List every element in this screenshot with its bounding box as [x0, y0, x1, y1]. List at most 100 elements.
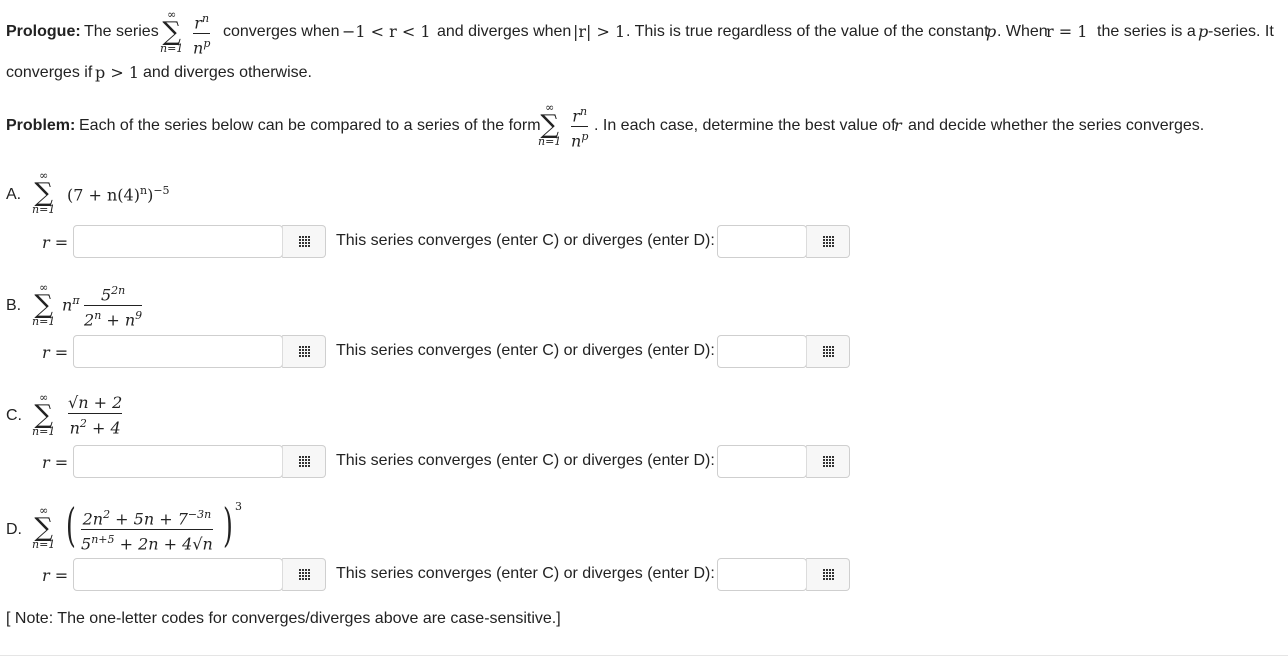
part-a-sigma: ∞ ∑ n=1 [32, 170, 55, 216]
prologue-math: |r| > 1 [573, 22, 626, 41]
case-sensitivity-note: [ Note: The one-letter codes for converg… [6, 610, 561, 627]
part-letter: B. [6, 297, 22, 314]
part-letter: D. [6, 521, 22, 538]
problem-math: r [894, 116, 902, 135]
prologue-sigma: ∞ ∑ n=1 [160, 9, 183, 55]
term-num: r [572, 106, 580, 126]
frac-den-rest: + n [106, 310, 136, 330]
r-label-text: r = [42, 233, 69, 252]
equation-editor-button-c[interactable] [282, 445, 326, 478]
grid-icon [822, 346, 834, 357]
expr-sup: n+5 [91, 533, 115, 547]
equation-editor-button-a2[interactable] [806, 225, 850, 258]
expr-sup: π [72, 294, 80, 307]
part-c-fraction: √n + 2 n2 + 4 [68, 393, 123, 438]
part-d-fraction: 2n2 + 5n + 7−3n 5n+5 + 2n + 4√n [81, 506, 213, 554]
cd-input-d[interactable] [717, 558, 807, 591]
part-c-sigma: ∞ ∑ n=1 [32, 392, 55, 438]
grid-icon [298, 346, 310, 357]
r-label: r = [42, 453, 68, 473]
sigma-lower: n=1 [32, 315, 56, 328]
converge-prompt: This series converges (enter C) or diver… [336, 565, 715, 582]
cd-input-b[interactable] [717, 335, 807, 368]
frac-num: 5 [100, 285, 112, 305]
expr-factor: n [62, 295, 73, 315]
problem-text: and decide whether the series converges. [908, 117, 1205, 134]
equation-editor-button-a[interactable] [282, 225, 326, 258]
sigma-symbol: ∑ [34, 178, 53, 208]
prologue-math: p [1198, 22, 1209, 41]
r-input-d[interactable] [73, 558, 283, 591]
sigma-symbol: ∑ [34, 400, 53, 430]
frac-den: 5 [81, 534, 92, 554]
term-num-sup: n [579, 105, 588, 118]
frac-den: + 2n + 4√n [119, 534, 213, 554]
prologue-text: . When [997, 23, 1048, 40]
equation-editor-button-b[interactable] [282, 335, 326, 368]
left-paren: ( [66, 498, 76, 552]
converge-prompt: This series converges (enter C) or diver… [336, 342, 715, 359]
part-a-expression: (7 + n(4)n)−5 [67, 184, 170, 204]
frac-num: 2n [82, 509, 104, 529]
converge-prompt: This series converges (enter C) or diver… [336, 452, 715, 469]
cd-input-c[interactable] [717, 445, 807, 478]
prologue-text: . This is true regardless of the value o… [626, 23, 989, 40]
r-label-text: r = [42, 343, 69, 362]
part-b-factor: nπ [62, 294, 80, 314]
converge-prompt: This series converges (enter C) or diver… [336, 232, 715, 249]
r-label: r = [42, 566, 68, 586]
term-num: r [194, 13, 202, 33]
problem-sigma: ∞ ∑ n=1 [538, 102, 561, 148]
frac-den: n [69, 418, 80, 438]
sigma-symbol: ∑ [540, 110, 559, 140]
r-label: r = [42, 343, 68, 363]
outer-exponent: 3 [235, 500, 242, 513]
term-den: n [571, 131, 582, 151]
part-d-sigma: ∞ ∑ n=1 [32, 505, 55, 551]
prologue-text: -series. It [1208, 23, 1274, 40]
expr-sup: 2 [103, 508, 111, 521]
r-label-text: r = [42, 453, 69, 472]
prologue-text: converges if [6, 64, 93, 81]
expr-sup: −3n [187, 508, 212, 521]
prologue-text: The series [84, 23, 159, 40]
frac-num: √n + 2 [68, 393, 123, 412]
r-input-c[interactable] [73, 445, 283, 478]
sigma-lower: n=1 [160, 42, 184, 55]
expr-sup: −5 [153, 184, 170, 197]
sigma-symbol: ∑ [34, 513, 53, 543]
sigma-lower: n=1 [32, 203, 56, 216]
prologue-math: r = 1 [1046, 22, 1088, 41]
term-den: n [193, 38, 204, 58]
right-paren: ) [223, 498, 233, 552]
expr-sup: 2n [111, 284, 126, 297]
grid-icon [822, 456, 834, 467]
cd-input-a[interactable] [717, 225, 807, 258]
expr-base: (7 + n(4) [67, 185, 140, 205]
sigma-lower: n=1 [32, 425, 56, 438]
grid-icon [298, 456, 310, 467]
equation-editor-button-b2[interactable] [806, 335, 850, 368]
frac-den-rest: + 4 [92, 418, 121, 438]
grid-icon [822, 569, 834, 580]
grid-icon [822, 236, 834, 247]
equation-editor-button-c2[interactable] [806, 445, 850, 478]
term-den-sup: p [203, 37, 211, 51]
expr-sup: 9 [135, 309, 143, 323]
sigma-lower: n=1 [32, 538, 56, 551]
sigma-symbol: ∑ [162, 17, 181, 47]
term-num-sup: n [201, 12, 210, 25]
grid-icon [298, 569, 310, 580]
part-letter: A. [6, 186, 22, 203]
equation-editor-button-d2[interactable] [806, 558, 850, 591]
prologue-math: −1 < r < 1 [342, 22, 431, 41]
r-input-b[interactable] [73, 335, 283, 368]
r-input-a[interactable] [73, 225, 283, 258]
prologue-label: Prologue: [6, 23, 81, 40]
expr-sup: n [139, 184, 148, 197]
part-letter: C. [6, 407, 22, 424]
grid-icon [298, 236, 310, 247]
problem-text: Each of the series below can be compared… [79, 117, 541, 134]
equation-editor-button-d[interactable] [282, 558, 326, 591]
problem-general-term: rn np [571, 103, 589, 151]
